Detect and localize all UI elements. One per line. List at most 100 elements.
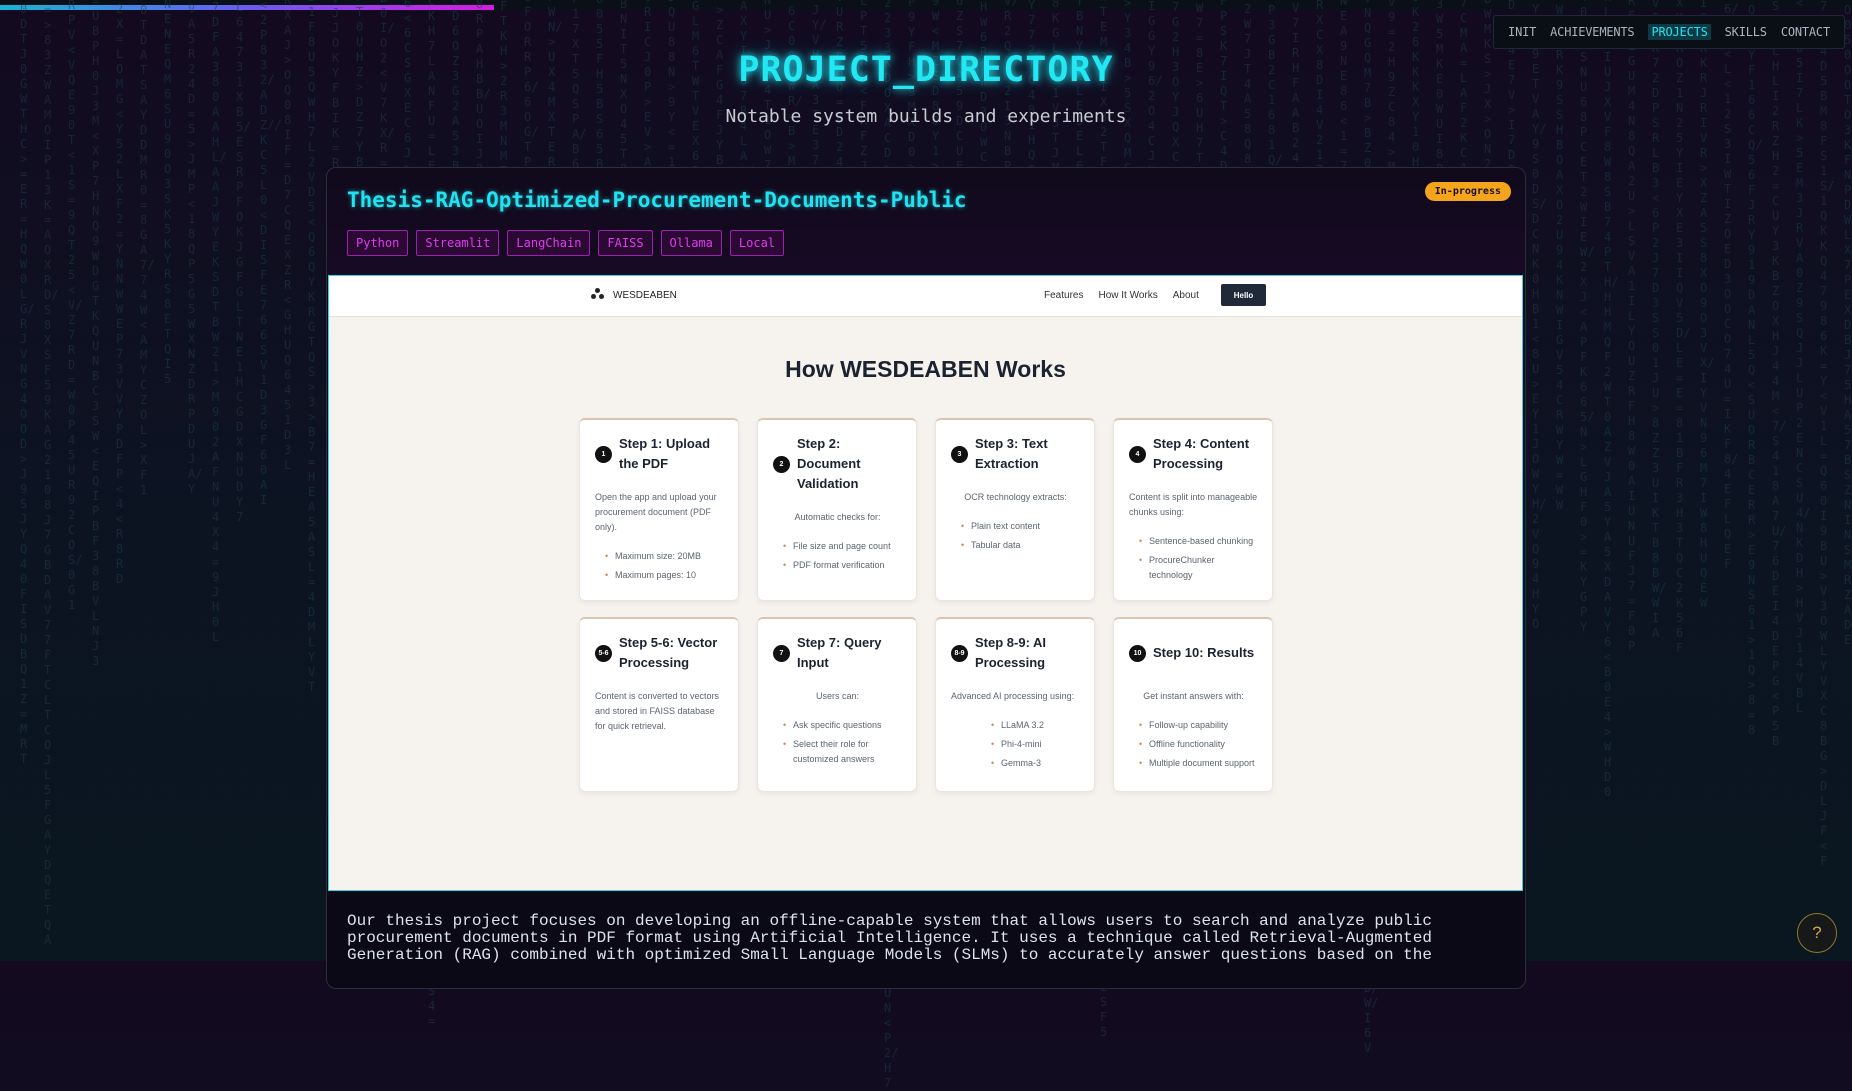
tech-tag: Local — [729, 230, 785, 256]
tech-tag: Ollama — [660, 230, 722, 256]
step-card: 10 Step 10: Results Get instant answers wi… — [1113, 617, 1273, 792]
step-card: 8-9 Step 8-9: AI Processing Advanced AI pr… — [935, 617, 1095, 792]
nav-link-achievements[interactable]: ACHIEVEMENTS — [1550, 25, 1634, 39]
step-bullet: Tabular data — [961, 538, 1080, 553]
screenshot-navbar: WESDEABEN Features How It Works About Hell… — [329, 276, 1522, 317]
scroll-progress-bar — [0, 5, 495, 10]
step-number-badge: 1 — [595, 445, 612, 463]
step-bullet-list: File size and page count PDF format verif… — [773, 539, 902, 573]
matrix-rain-column: OGSSD>30GXKXROZ1N25YIEYXE3IIQV5D/LE=E=81… — [1676, 0, 1691, 655]
step-card: 4 Step 4: Content Processing Content is sp… — [1113, 418, 1273, 601]
screenshot-nav-link: How It Works — [1098, 290, 1158, 301]
status-badge: In-progress — [1424, 182, 1511, 201]
step-description: Open the app and upload your procurement… — [595, 492, 717, 532]
step-title: Step 1: Upload the PDF — [619, 436, 711, 471]
step-title: Step 3: Text Extraction — [975, 436, 1048, 471]
step-number-badge: 3 — [951, 445, 968, 463]
screenshot-hello-button: Hello — [1221, 284, 1266, 306]
help-button[interactable]: ? — [1797, 913, 1837, 953]
scroll-progress-track — [0, 0, 1852, 10]
tech-tag: LangChain — [507, 230, 591, 256]
step-number-badge: 5-6 — [595, 644, 612, 662]
screenshot-heading: How WESDEABEN Works — [785, 356, 1066, 382]
step-bullet: Select their role for customized answers — [783, 737, 902, 767]
brand-logo-icon — [591, 288, 605, 302]
step-description: Automatic checks for: — [794, 512, 881, 522]
step-bullet: Follow-up capability — [1139, 718, 1258, 733]
step-bullet-list: Follow-up capability Offline functionalit… — [1129, 718, 1258, 771]
matrix-rain-column: VMA=UBPH0J3M<XP7HNQ9WDGTKQUNBC3SW<EQIPBF… — [92, 0, 100, 668]
matrix-rain-column: C8IRQ30YPG9YO050OOTO3KFNPDWLX7PEXDBJ75HA… — [1844, 0, 1852, 647]
step-card: 7 Step 7: Query Input Users can: Ask specif… — [757, 617, 917, 792]
matrix-rain-column: RGOYZZCISHKKRJRIVR>XZA5S8XO9O3VX/IYVN96M… — [1700, 0, 1715, 610]
screenshot-brand-name: WESDEABEN — [613, 289, 677, 301]
screenshot-nav-link: About — [1172, 290, 1199, 301]
step-description: Users can: — [815, 691, 859, 701]
step-card: 3 Step 3: Text Extraction OCR technology e… — [935, 418, 1095, 601]
step-number-badge: 8-9 — [951, 644, 968, 662]
step-header: 8-9 Step 8-9: AI Processing — [951, 633, 1080, 673]
step-bullet: Plain text content — [961, 519, 1080, 534]
step-header: 3 Step 3: Text Extraction — [951, 434, 1080, 474]
step-number-badge: 10 — [1129, 644, 1146, 662]
step-bullet: Maximum size: 20MB — [605, 549, 724, 564]
step-header: 4 Step 4: Content Processing — [1129, 434, 1258, 474]
step-number-badge: 2 — [773, 455, 790, 473]
step-title: Step 10: Results — [1153, 645, 1255, 660]
step-header: 5-6 Step 5-6: Vector Processing — [595, 633, 724, 673]
nav-link-projects[interactable]: PROJECTS — [1648, 24, 1711, 40]
step-description: OCR technology extracts: — [964, 492, 1067, 502]
step-bullet-list: Sentence-based chunking ProcureChunker te… — [1129, 534, 1258, 583]
step-header: 10 Step 10: Results — [1129, 633, 1258, 673]
project-description: Our thesis project focuses on developing… — [347, 912, 1432, 964]
nav-link-skills[interactable]: SKILLS — [1725, 25, 1767, 39]
matrix-rain-column: V<9<6I7PB4D5BM8FS1S/1QKKQ47986K=Y<V1L=Q6… — [1820, 0, 1835, 868]
nav-link-init[interactable]: INIT — [1508, 25, 1536, 39]
step-description: Advanced AI processing using: — [951, 691, 1075, 701]
screenshot-nav-link: Features — [1044, 290, 1084, 301]
tech-tag: Streamlit — [416, 230, 500, 256]
step-header: 2 Step 2: Document Validation — [773, 434, 902, 494]
matrix-rain-column: =1>H4ANXN8WLGFLZ2431F8U5QWH7L2VD5<Q6QYKR… — [308, 0, 316, 694]
tech-tag: FAISS — [598, 230, 653, 256]
step-bullet-list: Ask specific questions Select their role … — [773, 718, 902, 767]
step-card: 2 Step 2: Document Validation Automatic ch… — [757, 418, 917, 601]
matrix-rain-column: SRKJ3FK48=>83ZWAMOIP13K=AOXRD/S8XSF59KAG… — [44, 0, 59, 947]
top-navigation: INIT ACHIEVEMENTS PROJECTS SKILLS CONTACT — [1493, 15, 1845, 49]
page-title: PROJECT_DIRECTORY — [738, 50, 1114, 90]
nav-link-contact[interactable]: CONTACT — [1781, 25, 1830, 39]
step-title: Step 2: Document Validation — [797, 436, 861, 491]
step-card: 5-6 Step 5-6: Vector Processing Content is… — [579, 617, 739, 792]
step-header: 7 Step 7: Query Input — [773, 633, 902, 673]
step-description: Content is split into manageable chunks … — [1129, 492, 1258, 517]
step-bullet: Multiple document support — [1139, 756, 1258, 771]
project-card-header: Thesis-RAG-Optimized-Procurement-Documen… — [327, 168, 1525, 275]
project-title[interactable]: Thesis-RAG-Optimized-Procurement-Documen… — [347, 188, 967, 212]
step-description: Content is converted to vectors and stor… — [595, 691, 720, 731]
tech-tag: Python — [347, 230, 409, 256]
project-card: Thesis-RAG-Optimized-Procurement-Documen… — [326, 167, 1526, 989]
step-bullet-list: Plain text content Tabular data — [951, 519, 1080, 553]
step-number-badge: 7 — [773, 644, 790, 662]
step-description: Get instant answers with: — [1143, 691, 1244, 701]
step-title: Step 4: Content Processing — [1153, 436, 1250, 471]
page-subtitle: Notable system builds and experiments — [725, 106, 1127, 127]
step-bullet-list: LLaMA 3.2 Phi-4-mini Gemma-3 — [951, 718, 1080, 771]
matrix-rain-column: 8JP9/DB/840FRSNU68PCET2WIEW/2XJ<APFK665/… — [1580, 0, 1595, 634]
matrix-rain-column: >J2ZP7DFA380AAHL/AAJWYEKSDTBW21>M902AFNU… — [212, 0, 227, 644]
step-bullet: Offline functionality — [1139, 737, 1258, 752]
step-bullet: File size and page count — [783, 539, 902, 554]
step-title: Step 7: Query Input — [797, 635, 882, 670]
step-bullet: LLaMA 3.2 — [991, 718, 1080, 733]
step-number-badge: 4 — [1129, 445, 1146, 463]
step-bullet: Sentence-based chunking — [1139, 534, 1258, 549]
step-bullet: PDF format verification — [783, 558, 902, 573]
screenshot-steps-grid: 1 Step 1: Upload the PDF Open the app and … — [579, 418, 1273, 792]
step-bullet: ProcureChunker technology — [1139, 553, 1258, 583]
project-screenshot[interactable]: WESDEABEN Features How It Works About Hell… — [328, 275, 1523, 891]
matrix-rain-column: DJDDY=WIW8TMR8Y229ETVAY/9S0DS/DCNK0HB1<8… — [1532, 0, 1547, 631]
matrix-rain-column: 3N>2ZKOD9DCHMBYRPV<VQE90T<1S=9QT25<V/Z7R… — [68, 0, 83, 612]
step-bullet: Ask specific questions — [783, 718, 902, 733]
screenshot-nav-links: Features How It Works About — [1044, 290, 1199, 301]
step-card: 1 Step 1: Upload the PDF Open the app and … — [579, 418, 739, 601]
